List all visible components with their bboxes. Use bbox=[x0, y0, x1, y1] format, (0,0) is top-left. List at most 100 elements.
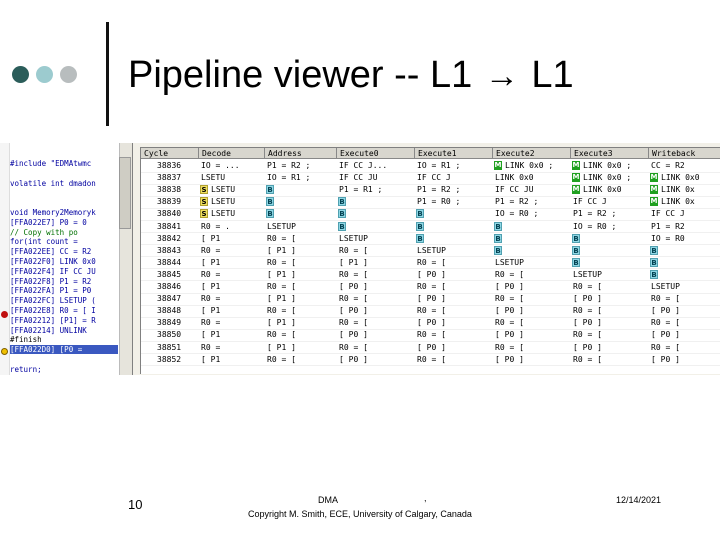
instruction-cell[interactable]: P1 = R2 ; bbox=[493, 196, 571, 207]
instruction-cell[interactable]: [ P1 ] bbox=[265, 317, 337, 328]
instruction-cell[interactable]: LINK 0x0 bbox=[659, 172, 720, 183]
instruction-cell[interactable]: IF CC JU bbox=[337, 172, 415, 183]
table-row[interactable]: 38843 R0 =[ P1 ] R0 = [LSETUP B B B bbox=[141, 245, 720, 258]
instruction-cell[interactable]: [ P0 ] bbox=[337, 354, 415, 365]
instruction-cell[interactable]: R0 = [ bbox=[415, 354, 493, 365]
instruction-cell[interactable]: [ P0 ] bbox=[649, 354, 720, 365]
code-line[interactable]: [FFA02212] [P1] = R bbox=[10, 316, 96, 325]
instruction-cell[interactable]: [ P1 ] bbox=[265, 245, 337, 256]
table-row[interactable]: 38852[ P1 R0 = [[ P0 ] R0 = [[ P0 ] R0 = [[… bbox=[141, 354, 720, 367]
instruction-cell[interactable] bbox=[425, 233, 493, 244]
instruction-cell[interactable] bbox=[275, 184, 337, 195]
code-line[interactable]: volatile int dmadon bbox=[10, 179, 96, 188]
instruction-cell[interactable]: R0 = [ bbox=[493, 293, 571, 304]
code-line[interactable]: void Memory2Memoryk bbox=[10, 208, 96, 217]
instruction-cell[interactable]: [ P0 ] bbox=[337, 329, 415, 340]
instruction-cell[interactable]: IF CC J... bbox=[337, 160, 415, 171]
instruction-cell[interactable]: R0 = [ bbox=[493, 269, 571, 280]
instruction-cell[interactable]: LINK 0x0 ; bbox=[581, 172, 649, 183]
instruction-cell[interactable]: LINK 0x bbox=[659, 196, 720, 207]
table-row[interactable]: 38850[ P1 R0 = [[ P0 ] R0 = [[ P0 ] R0 = [[… bbox=[141, 329, 720, 342]
instruction-cell[interactable]: R0 = [ bbox=[493, 317, 571, 328]
instruction-cell[interactable]: R0 = [ bbox=[415, 281, 493, 292]
instruction-cell[interactable] bbox=[347, 208, 415, 219]
code-line[interactable]: [FFA02214] UNLINK bbox=[10, 326, 87, 335]
instruction-cell[interactable]: [ P0 ] bbox=[415, 269, 493, 280]
code-line[interactable]: // Copy with po bbox=[10, 228, 78, 237]
instruction-cell[interactable] bbox=[347, 221, 415, 232]
breakpoint-icon[interactable] bbox=[1, 311, 8, 318]
instruction-cell[interactable]: IO = R0 ; bbox=[571, 221, 649, 232]
instruction-cell[interactable]: LSETUP bbox=[265, 221, 337, 232]
column-header-execute1[interactable]: Execute1 bbox=[415, 148, 493, 159]
instruction-cell[interactable]: [ P0 ] bbox=[415, 342, 493, 353]
code-line[interactable]: [FFA022FC] LSETUP ( bbox=[10, 296, 96, 305]
instruction-cell[interactable]: R0 = [ bbox=[337, 245, 415, 256]
instruction-cell[interactable]: LINK 0x0 ; bbox=[503, 160, 571, 171]
instruction-cell[interactable] bbox=[503, 245, 571, 256]
code-line[interactable]: [FFA022F8] P1 = R2 bbox=[10, 277, 91, 286]
instruction-cell[interactable] bbox=[503, 233, 571, 244]
instruction-cell[interactable]: R0 = [ bbox=[571, 354, 649, 365]
code-line[interactable]: [FFA022F4] IF CC JU bbox=[10, 267, 96, 276]
instruction-cell[interactable]: R0 = [ bbox=[265, 354, 337, 365]
instruction-cell[interactable]: IO = R0 bbox=[649, 233, 720, 244]
instruction-cell[interactable]: IF CC J bbox=[649, 208, 720, 219]
instruction-cell[interactable]: [ P0 ] bbox=[493, 305, 571, 316]
table-row[interactable]: 38838 S LSETU B P1 = R1 ; P1 = R2 ; IF CC JU M L… bbox=[141, 184, 720, 197]
table-row[interactable]: 38851 R0 =[ P1 ] R0 = [[ P0 ] R0 = [[ P0 ] R… bbox=[141, 342, 720, 355]
instruction-cell[interactable]: [ P0 ] bbox=[493, 281, 571, 292]
instruction-cell[interactable]: P1 = R2 bbox=[649, 221, 720, 232]
code-line[interactable]: #finish bbox=[10, 335, 42, 344]
instruction-cell[interactable]: LSETU bbox=[209, 196, 265, 207]
instruction-cell[interactable]: P1 = R0 ; bbox=[415, 196, 493, 207]
instruction-cell[interactable] bbox=[275, 196, 337, 207]
instruction-cell[interactable]: [ P1 ] bbox=[337, 257, 415, 268]
instruction-cell[interactable]: IO = ... bbox=[199, 160, 265, 171]
instruction-cell[interactable]: IF CC J bbox=[415, 172, 493, 183]
instruction-cell[interactable]: R0 = bbox=[199, 317, 265, 328]
instruction-cell[interactable]: R0 = [ bbox=[571, 281, 649, 292]
code-line[interactable]: [FFA022F0] LINK 0x0 bbox=[10, 257, 96, 266]
code-line[interactable]: [FFA022D0] [P0 = bbox=[10, 345, 118, 355]
instruction-cell[interactable]: [ P1 ] bbox=[265, 293, 337, 304]
instruction-cell[interactable]: LINK 0x0 bbox=[493, 172, 571, 183]
editor-scrollbar[interactable] bbox=[119, 143, 132, 375]
table-row[interactable]: 38845 R0 =[ P1 ] R0 = [[ P0 ] R0 = [LSETUP B bbox=[141, 269, 720, 282]
instruction-cell[interactable]: LSETU bbox=[199, 172, 265, 183]
instruction-cell[interactable]: [ P1 ] bbox=[265, 269, 337, 280]
instruction-cell[interactable]: [ P0 ] bbox=[649, 305, 720, 316]
instruction-cell[interactable]: R0 = [ bbox=[265, 329, 337, 340]
instruction-cell[interactable]: [ P0 ] bbox=[493, 329, 571, 340]
instruction-cell[interactable]: R0 = [ bbox=[265, 257, 337, 268]
instruction-cell[interactable] bbox=[425, 221, 493, 232]
instruction-cell[interactable]: R0 = [ bbox=[265, 233, 337, 244]
table-row[interactable]: 38840 S LSETU B B B IO = R0 ; P1 = R2 ; IF CC J bbox=[141, 208, 720, 221]
instruction-cell[interactable]: R0 = [ bbox=[265, 305, 337, 316]
instruction-cell[interactable]: R0 = [ bbox=[415, 257, 493, 268]
instruction-cell[interactable]: R0 = [ bbox=[649, 293, 720, 304]
instruction-cell[interactable]: R0 = [ bbox=[265, 281, 337, 292]
code-line[interactable]: [FFA022EE] CC = R2 bbox=[10, 247, 91, 256]
instruction-cell[interactable]: LSETUP bbox=[337, 233, 415, 244]
instruction-cell[interactable]: P1 = R1 ; bbox=[337, 184, 415, 195]
instruction-cell[interactable]: IF CC J bbox=[571, 196, 649, 207]
code-line[interactable]: return; bbox=[10, 365, 42, 374]
table-row[interactable]: 38836 IO = ... P1 = R2 ; IF CC J... IO = R1 … bbox=[141, 160, 720, 173]
instruction-cell[interactable]: [ P0 ] bbox=[571, 342, 649, 353]
column-header-execute2[interactable]: Execute2 bbox=[493, 148, 571, 159]
table-row[interactable]: 38848[ P1 R0 = [[ P0 ] R0 = [[ P0 ] R0 = [[… bbox=[141, 305, 720, 318]
code-line[interactable]: for(int count = bbox=[10, 237, 78, 246]
instruction-cell[interactable]: R0 = bbox=[199, 269, 265, 280]
instruction-cell[interactable]: LSETUP bbox=[493, 257, 571, 268]
table-row[interactable]: 38847 R0 =[ P1 ] R0 = [[ P0 ] R0 = [[ P0 ] R… bbox=[141, 293, 720, 306]
table-row[interactable]: 38842[ P1 R0 = [LSETUP B B B IO = R0 bbox=[141, 233, 720, 246]
instruction-cell[interactable]: R0 = [ bbox=[337, 269, 415, 280]
instruction-cell[interactable]: R0 = [ bbox=[649, 342, 720, 353]
instruction-cell[interactable]: R0 = bbox=[199, 342, 265, 353]
instruction-cell[interactable]: IO = R1 ; bbox=[415, 160, 493, 171]
instruction-cell[interactable]: LSETU bbox=[209, 184, 265, 195]
code-line[interactable]: #include "EDMAtwmc bbox=[10, 159, 91, 168]
instruction-cell[interactable]: [ P0 ] bbox=[337, 305, 415, 316]
instruction-cell[interactable]: [ P0 ] bbox=[649, 329, 720, 340]
